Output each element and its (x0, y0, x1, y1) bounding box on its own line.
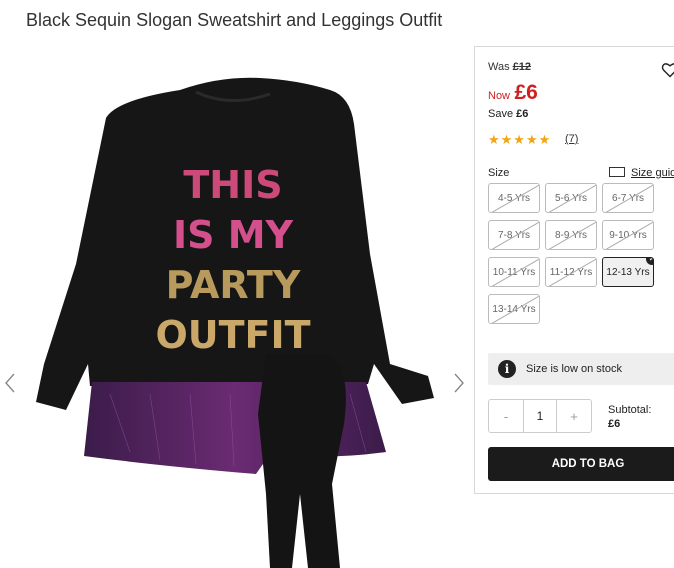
size-option-label: 5-6 Yrs (554, 192, 588, 204)
size-option-label: 7-8 Yrs (497, 229, 531, 241)
now-price: £6 (514, 81, 538, 104)
wishlist-heart-icon[interactable] (661, 61, 674, 79)
size-label: Size (488, 167, 510, 179)
size-option-label: 11-12 Yrs (549, 266, 593, 278)
now-label: Now (488, 90, 511, 102)
size-guide-link[interactable]: Size guide (609, 167, 674, 179)
size-option-4-5-yrs[interactable]: 4-5 Yrs (488, 183, 540, 213)
size-option-11-12-yrs[interactable]: 11-12 Yrs (545, 257, 597, 287)
low-stock-message: Size is low on stock (526, 363, 622, 375)
selected-check-icon: ✓ (646, 258, 653, 265)
slogan-line-3: PARTY (166, 263, 301, 307)
purchase-panel: Was £12 Now £6 Save £6 ★★★★★ (7) Size Si… (474, 46, 674, 494)
size-guide-label: Size guide (631, 167, 674, 179)
slogan-line-1: THIS (183, 163, 282, 207)
save-row: Save £6 (488, 108, 528, 120)
quantity-increase-button[interactable]: + (557, 400, 591, 432)
size-option-label: 12-13 Yrs (606, 266, 650, 278)
review-count-link[interactable]: (7) (565, 133, 578, 145)
product-gallery: THIS IS MY PARTY OUTFIT (0, 46, 470, 568)
quantity-decrease-button[interactable]: - (489, 400, 523, 432)
size-option-label: 4-5 Yrs (497, 192, 531, 204)
size-option-label: 10-11 Yrs (492, 266, 536, 278)
quantity-input[interactable]: 1 (523, 400, 557, 432)
quantity-stepper: - 1 + (488, 399, 592, 433)
size-option-10-11-yrs[interactable]: 10-11 Yrs (488, 257, 540, 287)
size-option-9-10-yrs[interactable]: 9-10 Yrs (602, 220, 654, 250)
info-icon: i (498, 360, 516, 378)
next-image-arrow-icon[interactable] (452, 372, 466, 394)
size-option-7-8-yrs[interactable]: 7-8 Yrs (488, 220, 540, 250)
size-option-13-14-yrs[interactable]: 13-14 Yrs (488, 294, 540, 324)
size-option-5-6-yrs[interactable]: 5-6 Yrs (545, 183, 597, 213)
size-option-label: 9-10 Yrs (609, 229, 647, 241)
save-amount: £6 (516, 108, 529, 120)
size-option-12-13-yrs[interactable]: 12-13 Yrs✓ (602, 257, 654, 287)
now-price-row: Now £6 (488, 81, 538, 105)
subtotal-value: £6 (608, 418, 621, 430)
add-to-bag-button[interactable]: ADD TO BAG (488, 447, 674, 481)
rating-stars-icon: ★★★★★ (488, 132, 552, 147)
was-price: £12 (512, 61, 532, 73)
was-price-row: Was £12 (488, 61, 531, 73)
slogan-line-4: OUTFIT (155, 313, 310, 357)
was-label: Was (488, 61, 510, 73)
subtotal-label: Subtotal: (608, 404, 652, 416)
subtotal: Subtotal: £6 (608, 403, 651, 431)
low-stock-notice: i Size is low on stock (488, 353, 674, 385)
save-label: Save (488, 108, 514, 120)
product-title: Black Sequin Slogan Sweatshirt and Leggi… (26, 10, 443, 30)
slogan-line-2: IS MY (173, 213, 294, 257)
size-option-6-7-yrs[interactable]: 6-7 Yrs (602, 183, 654, 213)
size-option-label: 6-7 Yrs (611, 192, 645, 204)
ruler-icon (609, 167, 625, 178)
size-option-label: 8-9 Yrs (554, 229, 588, 241)
size-option-8-9-yrs[interactable]: 8-9 Yrs (545, 220, 597, 250)
previous-image-arrow-icon[interactable] (3, 372, 17, 394)
size-option-label: 13-14 Yrs (492, 303, 536, 315)
product-image[interactable]: THIS IS MY PARTY OUTFIT (30, 64, 450, 568)
